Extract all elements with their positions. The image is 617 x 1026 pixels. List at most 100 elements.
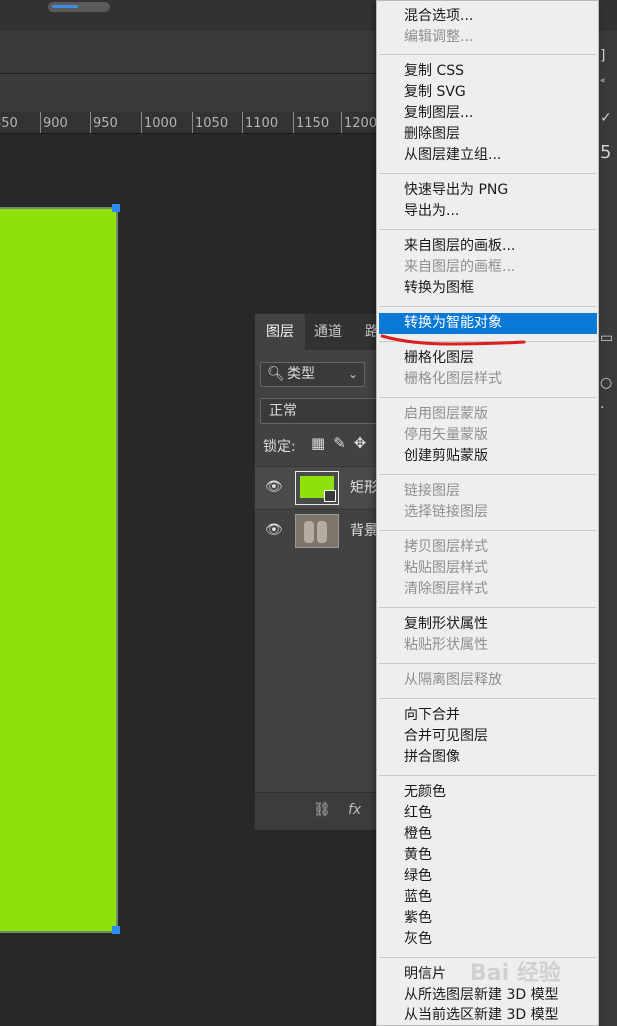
menu-separator xyxy=(379,341,596,342)
search-icon: 🔍︎ xyxy=(267,366,285,382)
ruler-tick: 1200 xyxy=(341,112,377,133)
ruler-tick: 1050 xyxy=(192,112,228,133)
menu-item-frame-from-layers: 来自图层的画框... xyxy=(404,259,516,275)
ruler-tick: 1150 xyxy=(293,112,329,133)
lock-position-icon[interactable]: ✥ xyxy=(354,434,375,452)
menu-item-create-clipping-mask[interactable]: 创建剪贴蒙版 xyxy=(377,446,598,467)
menu-separator xyxy=(379,530,596,531)
lock-icons[interactable]: ▦✎✥ xyxy=(311,434,374,452)
eye-icon[interactable]: 👁︎ xyxy=(265,479,283,495)
menu-item-enable-layer-mask: 启用图层蒙版 xyxy=(404,406,488,422)
lock-label: 锁定: xyxy=(263,439,296,455)
menu-item-link-layers: 链接图层 xyxy=(404,483,460,499)
layer-filter-select[interactable]: 🔍︎ 类型 ⌄ xyxy=(260,362,365,387)
link-layers-icon[interactable]: ⛓ xyxy=(313,802,331,818)
menu-item-artboard-from-layers[interactable]: 来自图层的画板... xyxy=(377,236,598,257)
right-panel-strip: ] « ✓ 5 ▭ ○ · xyxy=(598,30,617,1026)
layer-name[interactable]: 矩形 xyxy=(350,477,378,497)
watermark: Bai 经验 xyxy=(470,961,561,986)
menu-item-merge-visible[interactable]: 合并可见图层 xyxy=(377,726,598,747)
tab-layers[interactable]: 图层 xyxy=(255,314,305,350)
menu-item-quick-export-png[interactable]: 快速导出为 PNG xyxy=(377,180,598,201)
menu-separator xyxy=(379,397,596,398)
layer-thumbnail xyxy=(295,514,339,548)
menu-item-select-linked-layers: 选择链接图层 xyxy=(404,504,488,520)
menu-item-copy-shape-attributes[interactable]: 复制形状属性 xyxy=(377,614,598,635)
menu-separator xyxy=(379,229,596,230)
lock-transparent-icon[interactable]: ▦ xyxy=(311,434,333,452)
menu-item-gray[interactable]: 灰色 xyxy=(377,929,598,950)
tab-channels[interactable]: 通道 xyxy=(305,314,355,350)
thumbnail-bottle xyxy=(304,521,314,543)
menu-item-clear-layer-style: 清除图层样式 xyxy=(404,581,488,597)
menu-item-yellow[interactable]: 黄色 xyxy=(377,845,598,866)
panel-icon[interactable]: ✓ xyxy=(600,110,612,126)
transform-handle[interactable] xyxy=(112,926,120,934)
menu-item-orange[interactable]: 橙色 xyxy=(377,824,598,845)
menu-item-convert-to-smart-object[interactable]: 转换为智能对象 xyxy=(379,313,597,334)
green-rectangle-shape[interactable] xyxy=(0,207,118,933)
ruler-tick: 1000 xyxy=(141,112,177,133)
layers-panel-tabs: 图层 通道 路 xyxy=(255,314,385,350)
ruler-tick: 900 xyxy=(40,112,68,133)
layers-panel: 图层 通道 路 🔍︎ 类型 ⌄ 正常 锁定: ▦✎✥ 👁︎ 矩形 👁︎ 背景 ⛓… xyxy=(254,313,385,830)
menu-item-delete-layer[interactable]: 删除图层 xyxy=(377,124,598,145)
blend-mode-select[interactable]: 正常 xyxy=(260,398,385,424)
menu-separator xyxy=(379,663,596,664)
menu-separator xyxy=(379,607,596,608)
menu-item-rasterize-layer-style: 栅格化图层样式 xyxy=(404,371,502,387)
panel-icon[interactable]: · xyxy=(600,400,604,416)
menu-item-copy-svg[interactable]: 复制 SVG xyxy=(377,82,598,103)
layers-panel-footer: ⛓ fx xyxy=(255,792,385,830)
progress-fill xyxy=(52,5,78,8)
chevron-down-icon: ⌄ xyxy=(347,367,358,381)
menu-item-convert-to-frame[interactable]: 转换为图框 xyxy=(377,278,598,299)
menu-item-edit-adjustment: 编辑调整... xyxy=(404,29,474,45)
menu-item-group-from-layers[interactable]: 从图层建立组... xyxy=(377,145,598,166)
menu-separator xyxy=(379,54,596,55)
eye-icon[interactable]: 👁︎ xyxy=(265,522,283,538)
ruler-tick: 850 xyxy=(0,112,18,133)
layer-row[interactable]: 👁︎ 背景 xyxy=(255,509,385,551)
menu-item-flatten-image[interactable]: 拼合图像 xyxy=(377,747,598,768)
panel-icon[interactable]: 5 xyxy=(600,142,611,163)
progress-pill xyxy=(48,2,110,12)
menu-item-export-as[interactable]: 导出为... xyxy=(377,201,598,222)
layer-context-menu: 混合选项... 编辑调整... 复制 CSS 复制 SVG 复制图层... 删除… xyxy=(376,0,599,1026)
menu-item-3d-from-layers[interactable]: 从所选图层新建 3D 模型 xyxy=(377,985,598,1006)
layer-thumbnail xyxy=(295,471,339,505)
fx-icon[interactable]: fx xyxy=(348,802,361,818)
collapse-icon[interactable]: « xyxy=(600,76,606,86)
menu-item-copy-layer-style: 拷贝图层样式 xyxy=(404,539,488,555)
menu-item-violet[interactable]: 紫色 xyxy=(377,908,598,929)
menu-item-blending-options[interactable]: 混合选项... xyxy=(377,6,598,27)
menu-item-merge-down[interactable]: 向下合并 xyxy=(377,705,598,726)
menu-item-disable-vector-mask: 停用矢量蒙版 xyxy=(404,427,488,443)
panel-icon[interactable]: ○ xyxy=(600,375,612,391)
menu-item-no-color[interactable]: 无颜色 xyxy=(377,782,598,803)
layer-row[interactable]: 👁︎ 矩形 xyxy=(255,466,385,508)
ruler-tick: 1100 xyxy=(242,112,278,133)
menu-item-paste-layer-style: 粘贴图层样式 xyxy=(404,560,488,576)
menu-separator xyxy=(379,775,596,776)
menu-separator xyxy=(379,698,596,699)
menu-separator xyxy=(379,306,596,307)
menu-item-3d-from-selection[interactable]: 从当前选区新建 3D 模型 xyxy=(377,1005,598,1026)
filter-label: 类型 xyxy=(287,366,315,382)
panel-icon[interactable]: ] xyxy=(600,48,605,64)
menu-item-green[interactable]: 绿色 xyxy=(377,866,598,887)
menu-separator xyxy=(379,474,596,475)
shape-layer-icon xyxy=(324,490,336,502)
layer-name[interactable]: 背景 xyxy=(350,520,378,540)
thumbnail-bottle xyxy=(317,521,327,543)
menu-item-rasterize-layer[interactable]: 栅格化图层 xyxy=(377,348,598,369)
menu-item-blue[interactable]: 蓝色 xyxy=(377,887,598,908)
menu-item-copy-css[interactable]: 复制 CSS xyxy=(377,61,598,82)
transform-handle[interactable] xyxy=(112,204,120,212)
menu-item-red[interactable]: 红色 xyxy=(377,803,598,824)
lock-paint-icon[interactable]: ✎ xyxy=(333,434,354,452)
ruler-tick: 950 xyxy=(90,112,118,133)
menu-separator xyxy=(379,173,596,174)
menu-item-duplicate-layer[interactable]: 复制图层... xyxy=(377,103,598,124)
panel-icon[interactable]: ▭ xyxy=(600,330,613,346)
